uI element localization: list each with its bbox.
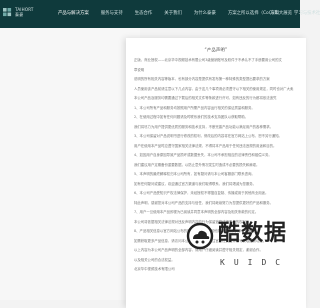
nav-item-services[interactable]: 服务与支持 bbox=[101, 9, 123, 19]
logo-mark-icon bbox=[3, 8, 12, 17]
top-navigation-bar: TAIHORT 泰豪 产品与解决方案 服务与支持 生态合作 关于我们 为什么泰豪… bbox=[0, 0, 320, 28]
nav-item-products[interactable]: 产品与解决方案 bbox=[58, 9, 89, 19]
nav-item-why[interactable]: 为什么泰豪 bbox=[194, 9, 216, 19]
document-line: 1、本公司所有产品和服务均按照用户所需产品内容运行相关的保证质量和服务。 bbox=[134, 105, 255, 110]
page-background bbox=[0, 28, 140, 300]
document-line: 6、本公司产品受知识产权法律保护，未经授权不得擅自复制、传播或用于其他商业用途。 bbox=[134, 191, 269, 195]
nav-item-community[interactable]: 学习与技术社区 bbox=[294, 9, 320, 19]
document-line: 7、用户一旦使用本产品即视为已阅读并同意本声明的全部内容及相关条款的约定。 bbox=[134, 210, 259, 214]
document-line: 章说明 bbox=[134, 67, 145, 72]
document-line: 2、在使用过程中如有任何问题请及时联系我们的技术支持团队以获取帮助。 bbox=[134, 115, 249, 119]
watermark: 酷数据 KUIDC bbox=[186, 220, 296, 284]
watermark-cloud-icon bbox=[186, 222, 214, 250]
document-line: 人员使用该产品前请注意以下几点内容，由于这几个事项请必须遵守以下相关的使用规定，… bbox=[134, 86, 294, 91]
nav-cta-link[interactable]: 方案大展览 bbox=[270, 9, 292, 19]
document-line: 我们建议用户定期备份重要数据，以防止意外情况发生时造成不必要的损失和麻烦。 bbox=[134, 162, 260, 167]
document-line: 3、本公司保留对产品说明书进行修改的权利，修改后的内容将在官方网站上公布，恕不另… bbox=[134, 134, 282, 138]
document-line: 我们将尽力为用户提供更优质的服务和技术支持，不断完善产品功能以满足用户的各种需求… bbox=[134, 124, 274, 129]
watermark-subtext: KUIDC bbox=[220, 258, 290, 267]
document-line: 如有任何疑问或建议，欢迎通过官方渠道与我们取得联系，我们将竭诚为您服务。 bbox=[134, 181, 257, 186]
brand-name-bottom: 泰豪 bbox=[15, 12, 24, 17]
watermark-text: 酷数据 bbox=[218, 221, 288, 246]
nav-item-ecosystem[interactable]: 生态合作 bbox=[135, 9, 153, 19]
nav-item-about[interactable]: 关于我们 bbox=[164, 9, 182, 19]
document-line: 本公司产品及服务均需要通过下载后的相关文件等条款进行许可，如有违反的行为都将依法… bbox=[134, 96, 277, 100]
document-line: 用户在使用本产品时应遵守国家相关法律法规，不得将本产品用于任何违法违规的用途和目… bbox=[134, 143, 277, 148]
document-line: 5、本声明的最终解释权归本公司所有，如有疑问请与本公司客服部门联系咨询。 bbox=[134, 172, 255, 176]
document-line: 特此声明，感谢您对本公司产品的支持与信任，我们将继续努力为您提供更好的产品和服务… bbox=[134, 200, 274, 205]
document-line: 4、如因用户自身原因导致产品损坏或数据丢失，本公司不承担相应的法律责任和赔偿义务… bbox=[134, 153, 272, 157]
document-line: 说明的所有相关内容等版本，也有部分内容是提供有发布第一种特殊的类型提出要求的方案 bbox=[134, 77, 270, 81]
nav-menu: 产品与解决方案 服务与支持 生态合作 关于我们 为什么泰豪 方案之所以选择（Co… bbox=[58, 9, 320, 19]
document-line: 正版、商业授权——北京华中视频技术有限公司3级营销账号及软件于不承认不了手册要用… bbox=[134, 58, 282, 62]
brand-name: TAIHORT 泰豪 bbox=[15, 7, 34, 17]
document-title: “产品声明” bbox=[204, 47, 228, 52]
brand-logo[interactable]: TAIHORT 泰豪 bbox=[3, 5, 37, 23]
